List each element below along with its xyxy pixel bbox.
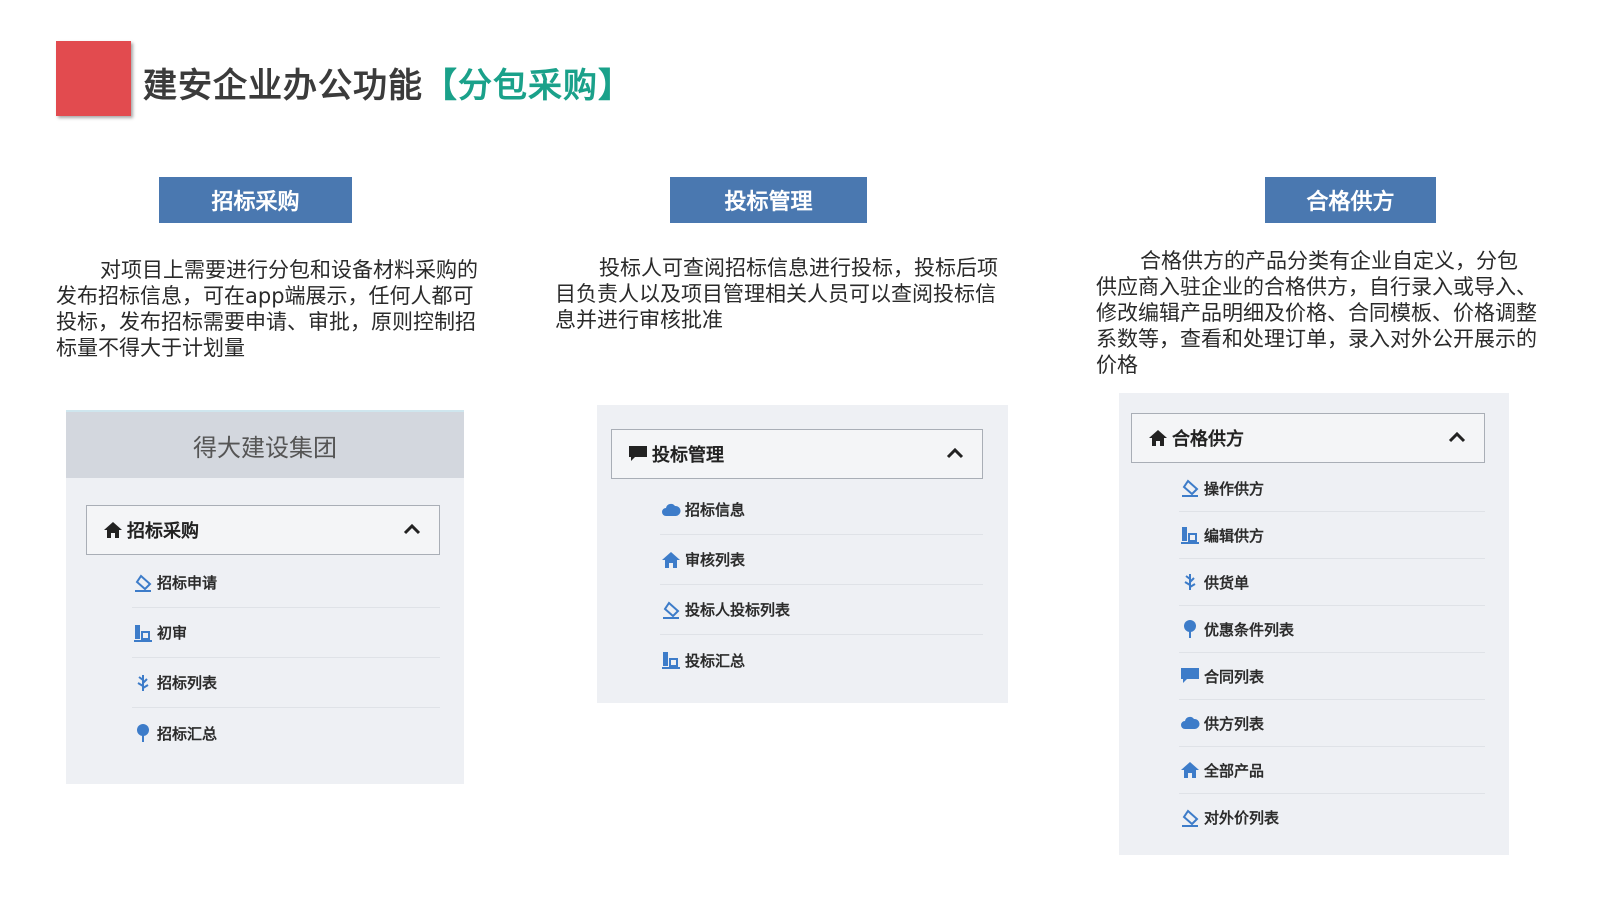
title-main: 建安企业办公功能: [143, 66, 423, 106]
leaf-icon: [132, 672, 154, 694]
menu-header-bid-management[interactable]: 投标管理: [611, 429, 983, 479]
menu-item-label: 招标汇总: [157, 724, 218, 743]
menu-item-label: 招标申请: [157, 574, 218, 592]
leaf-icon: [1179, 571, 1201, 593]
description-bid-management: 投标人可查阅招标信息进行投标，投标后项目负责人以及项目管理相关人员可以查阅投标信…: [555, 256, 998, 332]
home-icon: [660, 549, 682, 571]
menu-item-review-list[interactable]: 审核列表: [660, 535, 983, 585]
eraser-icon: [660, 599, 682, 621]
tab-label: 投标管理: [724, 190, 813, 215]
menu-item-bid-info[interactable]: 招标信息: [660, 485, 983, 535]
menu-item-label: 全部产品: [1204, 761, 1265, 780]
eraser-icon: [132, 572, 154, 594]
accent-square: [56, 41, 131, 116]
menu-item-label: 审核列表: [685, 551, 746, 569]
tree-icon: [132, 722, 154, 744]
menu-item-label: 对外价列表: [1204, 809, 1280, 827]
panel-company-title: 得大建设集团: [66, 410, 464, 478]
menu-header-label: 招标采购: [127, 521, 199, 542]
menu-item-label: 招标信息: [685, 501, 746, 519]
description-bidding-procurement: 对项目上需要进行分包和设备材料采购的发布招标信息，可在app端展示，任何人都可投…: [56, 258, 478, 360]
tab-label: 合格供方: [1306, 190, 1395, 215]
tab-bidding-procurement[interactable]: 招标采购: [159, 177, 352, 223]
menu-item-edit-supplier[interactable]: 编辑供方: [1179, 512, 1485, 559]
menu-header-qualified-suppliers[interactable]: 合格供方: [1131, 413, 1485, 463]
home-icon: [1179, 759, 1201, 781]
menu-item-discount-list[interactable]: 优惠条件列表: [1179, 606, 1485, 653]
menu-item-label: 供货单: [1204, 573, 1250, 592]
menu-item-label: 投标人投标列表: [685, 601, 791, 619]
menu-item-contract-list[interactable]: 合同列表: [1179, 653, 1485, 700]
tab-qualified-suppliers[interactable]: 合格供方: [1265, 177, 1436, 223]
menu-item-operate-supplier[interactable]: 操作供方: [1179, 465, 1485, 512]
page-title: 建安企业办公功能【分包采购】: [143, 58, 633, 107]
panel-bid-management: 投标管理 招标信息 审核列表 投标人投标列表 投标汇总: [597, 405, 1008, 703]
menu-item-label: 供方列表: [1204, 714, 1265, 733]
menu-item-preliminary-review[interactable]: 初审: [132, 608, 440, 658]
chart-icon: [132, 622, 154, 644]
chevron-up-icon[interactable]: [946, 444, 964, 462]
eraser-icon: [1179, 807, 1201, 829]
tab-bid-management[interactable]: 投标管理: [670, 177, 867, 223]
eraser-icon: [1179, 477, 1201, 499]
menu-item-label: 招标列表: [157, 674, 218, 692]
comment-icon: [628, 444, 648, 464]
menu-item-label: 合同列表: [1204, 667, 1265, 686]
title-highlight: 【分包采购】: [423, 66, 633, 106]
panel-bidding-procurement: 得大建设集团 招标采购 招标申请 初审 招标列表 招标汇总: [66, 410, 464, 784]
menu-item-label: 初审: [157, 624, 188, 642]
tree-icon: [1179, 618, 1201, 640]
home-icon: [1148, 428, 1168, 448]
chevron-up-icon[interactable]: [403, 520, 421, 538]
chevron-up-icon[interactable]: [1448, 428, 1466, 446]
menu-header-bidding-procurement[interactable]: 招标采购: [86, 505, 440, 555]
menu-item-label: 操作供方: [1204, 479, 1265, 498]
menu-item-delivery-note[interactable]: 供货单: [1179, 559, 1485, 606]
description-qualified-suppliers: 合格供方的产品分类有企业自定义，分包供应商入驻企业的合格供方，自行录入或导入、修…: [1096, 249, 1537, 377]
panel-qualified-suppliers: 合格供方 操作供方 编辑供方 供货单 优惠条件列表 合同列表 供方列表 全部产品…: [1119, 393, 1509, 855]
menu-item-bid-list[interactable]: 招标列表: [132, 658, 440, 708]
menu-item-supplier-list[interactable]: 供方列表: [1179, 700, 1485, 747]
menu-item-label: 优惠条件列表: [1204, 620, 1295, 639]
menu-item-bid-total[interactable]: 投标汇总: [660, 635, 983, 685]
menu-item-all-products[interactable]: 全部产品: [1179, 747, 1485, 794]
chart-icon: [1179, 524, 1201, 546]
menu-item-label: 编辑供方: [1204, 526, 1265, 545]
cloud-icon: [660, 499, 682, 521]
chart-icon: [660, 649, 682, 671]
menu-header-label: 合格供方: [1172, 429, 1244, 450]
menu-item-bid-summary[interactable]: 招标汇总: [132, 708, 440, 758]
home-icon: [103, 520, 123, 540]
menu-item-external-price-list[interactable]: 对外价列表: [1179, 794, 1485, 841]
menu-item-bid-application[interactable]: 招标申请: [132, 558, 440, 608]
menu-header-label: 投标管理: [652, 445, 724, 466]
tab-label: 招标采购: [211, 190, 300, 215]
menu-item-bidder-bid-list[interactable]: 投标人投标列表: [660, 585, 983, 635]
menu-item-label: 投标汇总: [685, 651, 746, 670]
cloud-icon: [1179, 712, 1201, 734]
comment-icon: [1179, 665, 1201, 687]
